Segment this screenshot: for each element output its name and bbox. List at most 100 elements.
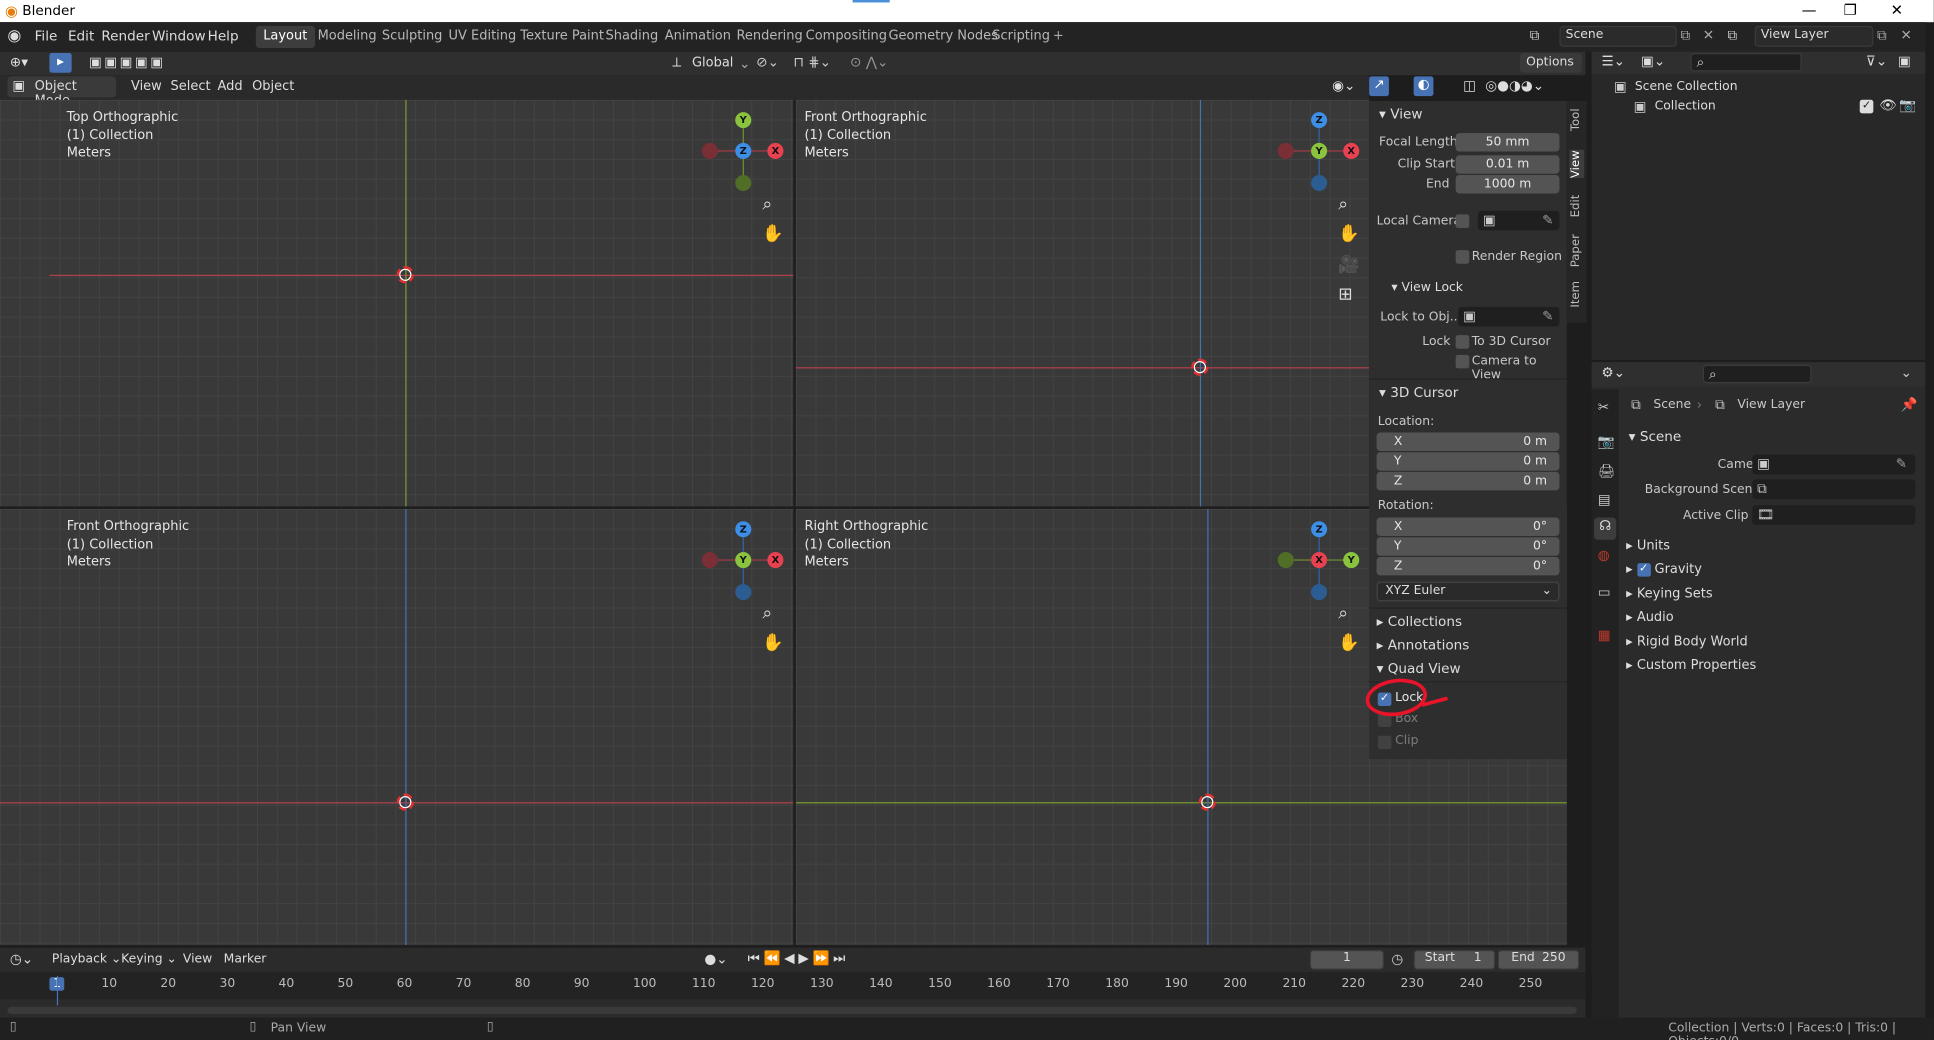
gizmo-z-icon[interactable]: Z — [735, 521, 752, 538]
gizmo-x-icon[interactable]: X — [767, 552, 784, 569]
menu-render[interactable]: Render — [101, 28, 149, 44]
clip-start-field[interactable]: 0.01 m — [1455, 155, 1560, 174]
record-icon[interactable]: ●⌄ — [704, 951, 727, 967]
playhead[interactable] — [56, 975, 59, 1006]
pan-hand-icon[interactable]: ✋ — [1338, 633, 1360, 653]
zoom-icon[interactable]: ⌕ — [762, 604, 772, 624]
background-scene-field[interactable]: ⧉ — [1752, 479, 1916, 500]
options-dropdown[interactable]: Options — [1519, 52, 1582, 73]
start-frame-field[interactable]: Start 1 — [1413, 950, 1496, 970]
navigation-gizmo[interactable]: Z X Y — [1275, 107, 1361, 193]
delete-scene-icon[interactable]: ✕ — [1703, 27, 1714, 43]
scene-collection-label[interactable]: Scene Collection — [1635, 80, 1738, 94]
new-collection-icon[interactable]: ▣ — [1898, 53, 1911, 69]
gizmo-x-icon[interactable]: X — [1343, 142, 1360, 159]
menu-help[interactable]: Help — [208, 28, 239, 44]
3d-cursor-section-header[interactable]: ▾ 3D Cursor — [1379, 384, 1458, 400]
snap-icon[interactable]: ⊓ ⋕⌄ — [793, 54, 831, 70]
render-region-checkbox[interactable] — [1455, 250, 1470, 264]
custom-properties-section-header[interactable]: ▸ Custom Properties — [1626, 658, 1756, 673]
sidebar-tab-paper[interactable]: Paper — [1569, 234, 1584, 267]
view-lock-header[interactable]: ▾ View Lock — [1391, 281, 1463, 295]
tab-modeling[interactable]: Modeling — [310, 26, 384, 48]
zoom-icon[interactable]: ⌕ — [762, 195, 772, 215]
clip-end-field[interactable]: 1000 m — [1455, 174, 1560, 194]
gizmo-z-icon[interactable]: Z — [735, 142, 752, 159]
transform-orientation-dropdown[interactable]: Global — [692, 55, 733, 70]
gizmo-neg-x-icon[interactable] — [701, 142, 718, 159]
gizmo-neg-x-icon[interactable] — [701, 552, 718, 569]
cursor-location-z[interactable]: Z 0 m — [1376, 471, 1560, 491]
navigation-gizmo[interactable]: Y X Z — [699, 107, 785, 193]
sidebar-tab-view[interactable]: View — [1569, 150, 1585, 179]
menu-object[interactable]: Object — [252, 79, 294, 94]
local-camera-field[interactable]: ▣ ✎ — [1477, 210, 1560, 231]
navigation-gizmo[interactable]: Z Y X — [1275, 516, 1361, 602]
xray-icon[interactable]: ◫ — [1463, 78, 1476, 94]
menu-window[interactable]: Window — [152, 28, 206, 44]
keying-menu[interactable]: Keying ⌄ — [121, 952, 177, 966]
keying-sets-section-header[interactable]: ▸ Keying Sets — [1626, 587, 1712, 602]
3d-cursor[interactable] — [396, 793, 414, 811]
viewport-top-left[interactable]: Top Orthographic (1) Collection Meters Y… — [0, 99, 794, 507]
menu-file[interactable]: File — [35, 28, 58, 44]
render-tab-icon[interactable]: 📷 — [1598, 434, 1615, 450]
eye-icon[interactable]: 👁 — [1879, 97, 1896, 113]
pivot-icon[interactable]: ⊘⌄ — [756, 54, 779, 70]
navigation-gizmo[interactable]: Z X Y — [699, 516, 785, 602]
gravity-section-header[interactable]: ▸ ✓ Gravity — [1626, 562, 1702, 577]
scene-tab-icon[interactable]: ☊ — [1594, 517, 1617, 540]
gizmo-neg-z-icon[interactable] — [735, 584, 752, 601]
blender-menu-icon[interactable]: ◉ — [7, 27, 21, 45]
menu-view[interactable]: View — [131, 79, 162, 94]
cursor-location-y[interactable]: Y 0 m — [1376, 452, 1560, 471]
restore-button[interactable]: ❐ — [1844, 1, 1857, 18]
pan-hand-icon[interactable]: ✋ — [762, 224, 784, 244]
tool-tab-icon[interactable]: ✂ — [1598, 399, 1609, 415]
gizmo-neg-y-icon[interactable] — [735, 174, 752, 191]
gizmo-z-icon[interactable]: Z — [1311, 112, 1328, 129]
quad-view-section-header[interactable]: ▾ Quad View — [1377, 660, 1461, 676]
close-button[interactable]: ✕ — [1891, 1, 1903, 18]
gizmo-y-icon[interactable]: Y — [735, 552, 752, 569]
chevron-down-icon[interactable]: ⌄ — [1901, 365, 1912, 381]
camera-view-icon[interactable]: 🎥 — [1338, 255, 1360, 275]
menu-select[interactable]: Select — [171, 79, 211, 94]
visibility-icon[interactable]: ◉⌄ — [1332, 78, 1355, 94]
3d-cursor[interactable] — [396, 266, 414, 284]
editor-type-icon[interactable]: ⊕▾ — [10, 54, 28, 70]
select-tool-icon[interactable]: ▸ — [49, 52, 72, 73]
view-layer-field[interactable]: View Layer — [1754, 25, 1874, 47]
new-scene-icon[interactable]: ⧉ — [1681, 27, 1691, 44]
outliner-editor-icon[interactable]: ☰⌄ — [1601, 53, 1625, 69]
pin-icon[interactable]: 📌 — [1901, 397, 1918, 413]
eyedropper-icon[interactable]: ✎ — [1542, 212, 1553, 228]
viewport-top-right[interactable]: Front Orthographic (1) Collection Meters… — [795, 99, 1370, 507]
scene-section-header[interactable]: ▾ Scene — [1629, 429, 1682, 445]
rigid-body-world-section-header[interactable]: ▸ Rigid Body World — [1626, 635, 1748, 650]
playback-menu[interactable]: Playback ⌄ — [52, 952, 121, 966]
gizmo-z-icon[interactable]: Z — [1311, 521, 1328, 538]
tab-layout[interactable]: Layout — [255, 25, 315, 49]
menu-edit[interactable]: Edit — [68, 28, 94, 44]
focal-length-field[interactable]: 50 mm — [1455, 133, 1560, 152]
scene-icon[interactable]: ⧉ — [1530, 27, 1540, 44]
marker-menu[interactable]: Marker — [224, 952, 267, 966]
timeline-scrollbar[interactable] — [7, 1006, 1577, 1015]
eyedropper-icon[interactable]: ✎ — [1542, 308, 1553, 324]
filter-icon[interactable]: ⊽⌄ — [1866, 53, 1887, 69]
zoom-icon[interactable]: ⌕ — [1338, 604, 1348, 624]
cursor-location-x[interactable]: X 0 m — [1376, 432, 1560, 451]
end-frame-field[interactable]: End 250 — [1497, 950, 1580, 970]
gizmo-y-icon[interactable]: Y — [1343, 552, 1360, 569]
clock-icon[interactable]: ◷ — [1391, 951, 1403, 967]
render-camera-icon[interactable]: 📷 — [1899, 97, 1916, 113]
world-tab-icon[interactable]: ◍ — [1598, 547, 1610, 563]
pan-hand-icon[interactable]: ✋ — [762, 633, 784, 653]
gizmo-neg-y-icon[interactable] — [1277, 552, 1294, 569]
scene-field[interactable]: Scene — [1559, 25, 1677, 47]
gizmo-x-icon[interactable]: X — [767, 142, 784, 159]
collection-exclude-checkbox[interactable]: ✓ — [1859, 99, 1874, 114]
outliner-search-input[interactable]: ⌕ — [1690, 52, 1802, 72]
camera-field[interactable]: ▣ ✎ — [1752, 454, 1916, 475]
